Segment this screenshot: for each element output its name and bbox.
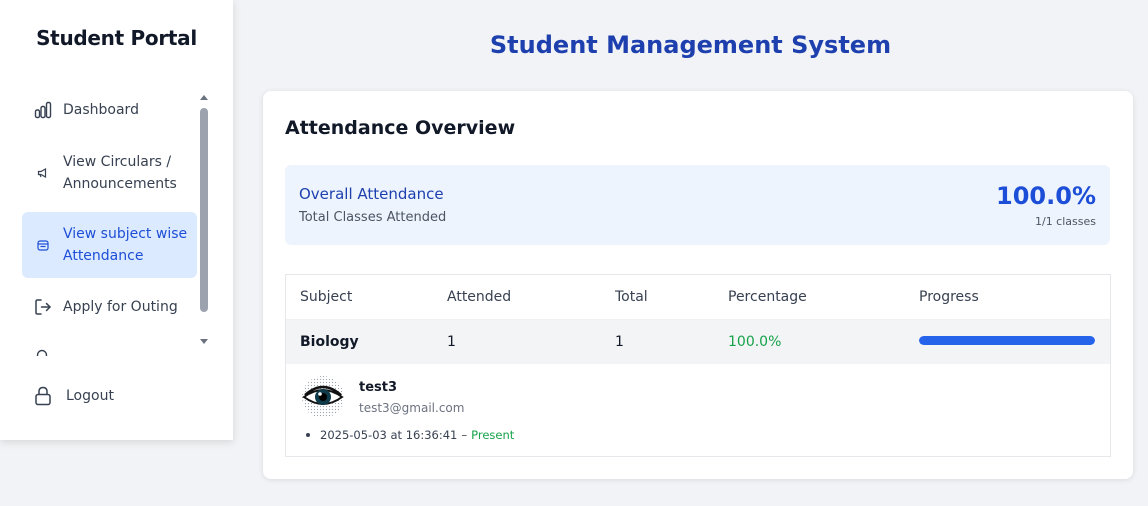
sidebar-item-label: View subject wise Attendance	[63, 223, 187, 267]
user-name: test3	[359, 380, 398, 395]
record-status: Present	[471, 428, 515, 442]
overall-title: Overall Attendance	[299, 185, 444, 203]
scroll-down-arrow[interactable]	[200, 339, 208, 344]
cell-attended: 1	[447, 334, 456, 350]
sidebar-item-outing[interactable]: Apply for Outing	[22, 296, 197, 318]
sidebar-item-label-line1: View Circulars /	[63, 154, 172, 170]
column-header-progress: Progress	[919, 289, 979, 305]
column-header-subject: Subject	[300, 289, 353, 305]
bar-chart-icon	[32, 99, 54, 121]
record-datetime: 2025-05-03 at 16:36:41	[320, 428, 458, 442]
sidebar-item-label: Apply for Outing	[63, 299, 178, 315]
table-row[interactable]: Biology 1 1 100.0%	[286, 320, 1110, 364]
sidebar: Student Portal Dashboard View Circulars	[0, 0, 233, 440]
megaphone-icon	[32, 162, 54, 184]
logout-button[interactable]: Logout	[32, 385, 114, 407]
partial-icon	[36, 348, 48, 356]
record-separator: –	[461, 428, 468, 442]
overall-attendance-panel: Overall Attendance Total Classes Attende…	[285, 165, 1110, 245]
user-email: test3@gmail.com	[359, 401, 465, 415]
card-title: Attendance Overview	[285, 117, 516, 139]
lock-icon	[32, 385, 54, 407]
sidebar-nav: Dashboard View Circulars / Announcements	[0, 88, 215, 356]
exit-icon	[32, 296, 54, 318]
cell-percentage: 100.0%	[728, 334, 782, 350]
attendance-card: Attendance Overview Overall Attendance T…	[263, 91, 1133, 479]
cell-total: 1	[615, 334, 624, 350]
sidebar-item-attendance[interactable]: View subject wise Attendance	[22, 212, 197, 278]
sidebar-item-dashboard[interactable]: Dashboard	[22, 99, 197, 121]
logout-label: Logout	[66, 388, 114, 404]
progress-bar	[919, 336, 1095, 345]
sidebar-item-label: View Circulars / Announcements	[63, 151, 177, 195]
bullet	[306, 433, 310, 437]
progress-bar-fill	[919, 336, 1095, 345]
column-header-attended: Attended	[447, 289, 512, 305]
sidebar-item-label-line2: Announcements	[63, 176, 177, 192]
avatar	[301, 375, 345, 419]
attendance-detail: test3 test3@gmail.com 2025-05-03 at 16:3…	[286, 364, 1110, 456]
sidebar-scrollbar[interactable]	[200, 108, 208, 312]
calendar-icon	[32, 234, 54, 256]
cell-subject: Biology	[300, 334, 359, 350]
page-title: Student Management System	[489, 31, 892, 59]
overall-percentage: 100.0%	[996, 182, 1096, 210]
column-header-total: Total	[615, 289, 648, 305]
overall-classes: 1/1 classes	[1034, 215, 1096, 228]
sidebar-item-label: Dashboard	[63, 102, 139, 118]
sidebar-item-label-line2: Attendance	[63, 248, 144, 264]
overall-subtitle: Total Classes Attended	[299, 210, 447, 225]
sidebar-item-label-line1: View subject wise	[63, 226, 188, 242]
table-header: Subject Attended Total Percentage Progre…	[286, 275, 1110, 320]
attendance-table: Subject Attended Total Percentage Progre…	[285, 274, 1111, 457]
sidebar-item-circulars[interactable]: View Circulars / Announcements	[22, 151, 197, 195]
sidebar-brand: Student Portal	[36, 26, 197, 50]
column-header-percentage: Percentage	[728, 289, 807, 305]
attendance-record: 2025-05-03 at 16:36:41 – Present	[306, 428, 514, 442]
scroll-up-arrow[interactable]	[200, 95, 208, 100]
